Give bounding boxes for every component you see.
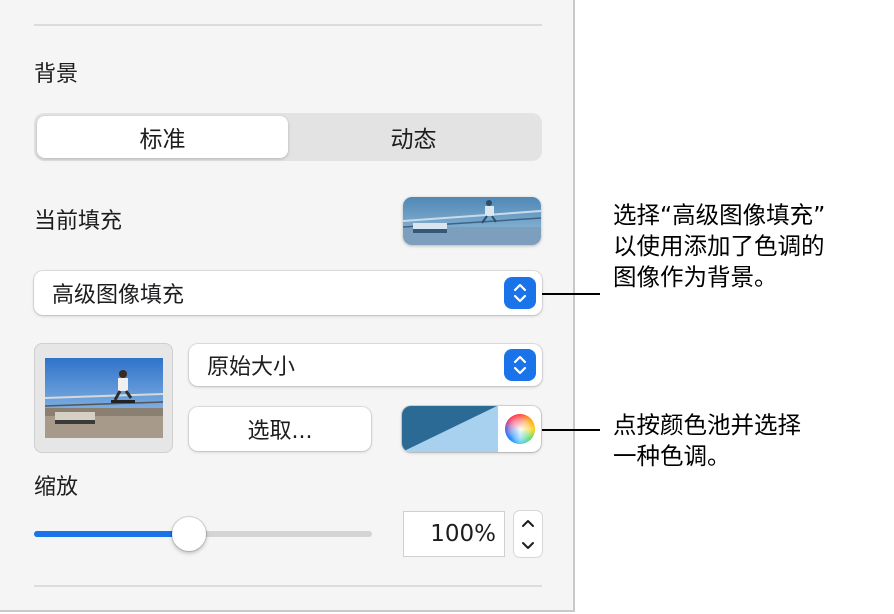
tab-standard[interactable]: 标准 — [37, 116, 288, 158]
image-scale-popup[interactable]: 原始大小 — [189, 344, 542, 386]
tab-dynamic[interactable]: 动态 — [288, 116, 539, 158]
image-scale-popup-value: 原始大小 — [207, 355, 296, 380]
chevron-up-down-icon — [504, 349, 536, 381]
fill-callout-text: 选择“高级图像填充” 以使用添加了色调的 图像作为背景。 — [613, 201, 826, 291]
tint-swatch — [402, 406, 497, 452]
section-divider-top — [34, 24, 542, 26]
chevron-up-icon[interactable] — [514, 511, 542, 534]
background-type-segmented-control: 标准 动态 — [34, 113, 542, 161]
color-wheel-icon[interactable] — [505, 414, 535, 444]
image-well[interactable] — [34, 343, 173, 453]
scale-percent-field[interactable]: 100% — [403, 511, 505, 557]
format-sidebar: 背景 标准 动态 当前填充 高级图像填充 原始大小 选取... 缩放 100% — [0, 0, 575, 612]
current-fill-preview[interactable] — [403, 197, 541, 245]
scale-slider-fill — [34, 531, 190, 537]
scale-slider-knob[interactable] — [172, 517, 207, 551]
background-section-title: 背景 — [34, 62, 79, 87]
chevron-down-icon[interactable] — [514, 534, 542, 557]
scale-stepper[interactable] — [514, 511, 542, 557]
fill-type-popup[interactable]: 高级图像填充 — [34, 271, 542, 315]
skater-thumbnail-image — [44, 358, 163, 438]
chevron-up-down-icon — [504, 277, 536, 309]
tint-callout-leader-line — [542, 429, 600, 431]
scale-label: 缩放 — [34, 475, 79, 500]
current-fill-label: 当前填充 — [34, 209, 123, 234]
tint-color-well[interactable] — [402, 406, 541, 452]
fill-type-popup-value: 高级图像填充 — [52, 283, 185, 308]
skater-preview-image — [403, 197, 541, 245]
tint-callout-text: 点按颜色池并选择 一种色调。 — [613, 411, 801, 470]
section-divider-bottom — [34, 585, 542, 587]
fill-callout-leader-line — [542, 293, 600, 295]
choose-image-button[interactable]: 选取... — [189, 407, 371, 451]
